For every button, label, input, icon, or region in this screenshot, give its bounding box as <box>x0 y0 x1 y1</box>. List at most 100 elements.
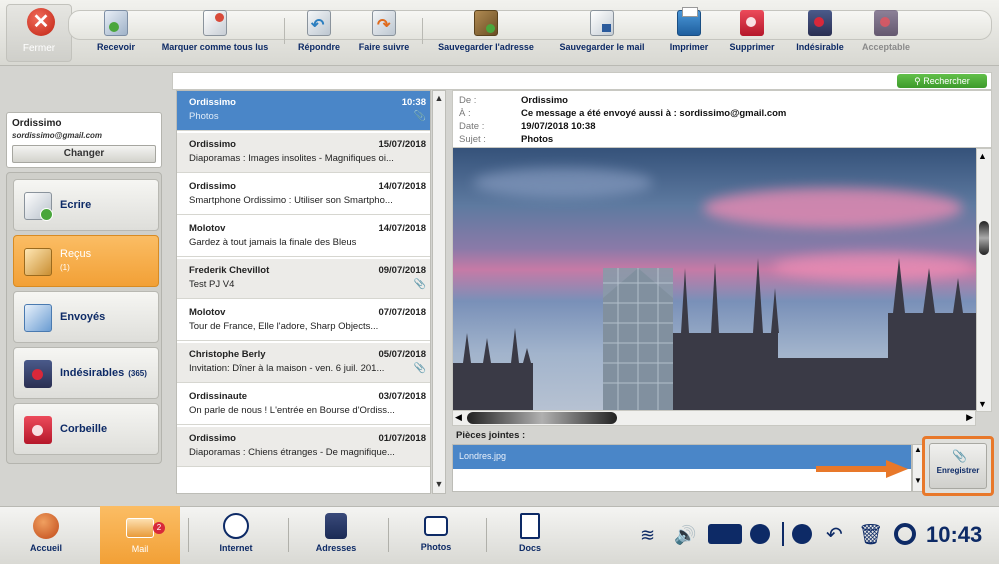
account-name: Ordissimo <box>12 118 62 129</box>
forward-button[interactable]: Faire suivre <box>354 10 414 56</box>
image-horizontal-scrollbar[interactable]: ◀ ▶ <box>452 410 976 426</box>
inbox-icon <box>24 248 52 276</box>
to-value: Ce message a été envoyé aussi à : sordis… <box>521 108 787 119</box>
taskbar-docs-label: Docs <box>518 543 541 553</box>
zoom-out-icon[interactable] <box>750 524 770 544</box>
close-button[interactable]: ✕ Fermer <box>6 4 72 62</box>
folder-list: Ecrire Reçus (1) Envoyés Indésirables (36… <box>6 172 162 464</box>
delete-button[interactable]: Supprimer <box>724 10 780 56</box>
folder-junk[interactable]: Indésirables (365) <box>13 347 159 399</box>
receive-icon <box>104 10 128 36</box>
clock: 10:43 <box>926 522 983 547</box>
message-subject: Photos <box>189 111 219 122</box>
save-attachment-highlight: 📎 Enregistrer <box>922 436 994 496</box>
folder-sent-label: Envoyés <box>60 311 106 323</box>
folder-sent[interactable]: Envoyés <box>13 291 159 343</box>
attachment-icon: 📎 <box>413 363 426 374</box>
toolbar-divider <box>422 18 423 44</box>
print-icon <box>677 7 701 36</box>
acceptable-label: Acceptable <box>861 42 911 52</box>
message-row[interactable]: Molotov 14/07/2018 Gardez à tout jamais … <box>177 217 430 257</box>
taskbar-divider <box>188 518 189 552</box>
from-label: De : <box>459 95 477 106</box>
folder-trash[interactable]: Corbeille <box>13 403 159 455</box>
folder-inbox[interactable]: Reçus (1) <box>13 235 159 287</box>
message-sender: Christophe Berly <box>189 349 266 360</box>
folder-junk-label: Indésirables (365) <box>60 367 147 379</box>
scroll-up-icon[interactable]: ▲ <box>978 151 987 161</box>
scroll-down-icon[interactable]: ▼ <box>433 479 445 491</box>
junk-icon <box>808 10 832 36</box>
save-address-icon <box>474 10 498 36</box>
save-attachment-button[interactable]: 📎 Enregistrer <box>929 443 987 489</box>
message-subject: Diaporamas : Images insolites - Magnifiq… <box>189 153 394 164</box>
scroll-left-icon[interactable]: ◀ <box>455 412 462 423</box>
subject-value: Photos <box>521 134 554 145</box>
scroll-thumb[interactable] <box>979 221 989 255</box>
camera-icon <box>424 516 448 536</box>
scroll-up-icon[interactable]: ▲ <box>433 93 445 105</box>
taskbar-home[interactable]: Accueil <box>6 506 86 564</box>
save-address-button[interactable]: Sauvegarder l'adresse <box>428 10 544 56</box>
from-value: Ordissimo <box>521 95 568 106</box>
message-row[interactable]: Ordissimo 14/07/2018 Smartphone Ordissim… <box>177 175 430 215</box>
search-button[interactable]: ⚲ Rechercher <box>897 74 987 88</box>
account-email: sordissimo@gmail.com <box>12 131 103 140</box>
message-sender: Ordissimo <box>189 433 236 444</box>
scroll-right-icon[interactable]: ▶ <box>966 412 973 423</box>
message-list-scrollbar[interactable]: ▲ ▼ <box>432 90 446 494</box>
taskbar-photos-label: Photos <box>420 542 452 552</box>
junk-label: Indésirable <box>796 42 844 52</box>
taskbar-photos[interactable]: Photos <box>396 506 476 564</box>
message-row[interactable]: Ordissimo 10:38 Photos 📎 <box>177 91 430 131</box>
status-divider <box>782 522 784 546</box>
taskbar-divider <box>486 518 487 552</box>
volume-icon[interactable]: 🔊 <box>674 520 696 550</box>
save-mail-button[interactable]: Sauvegarder le mail <box>550 10 654 56</box>
message-row[interactable]: Christophe Berly 05/07/2018 Invitation: … <box>177 343 430 383</box>
message-subject: Gardez à tout jamais la finale des Bleus <box>189 237 357 248</box>
junk-button[interactable]: Indésirable <box>790 10 850 56</box>
acceptable-button[interactable]: Acceptable <box>856 10 916 56</box>
taskbar-mail[interactable]: 2 Mail <box>100 506 180 564</box>
message-row[interactable]: Molotov 07/07/2018 Tour de France, Elle … <box>177 301 430 341</box>
subject-label: Sujet : <box>459 134 486 145</box>
mark-all-read-button[interactable]: Marquer comme tous lus <box>152 10 278 56</box>
taskbar-divider <box>288 518 289 552</box>
zoom-in-icon[interactable] <box>792 524 812 544</box>
print-button[interactable]: Imprimer <box>664 7 714 56</box>
forward-icon <box>372 10 396 36</box>
reply-button[interactable]: Répondre <box>290 10 348 56</box>
taskbar-docs[interactable]: Docs <box>490 506 570 564</box>
message-row[interactable]: Ordissimo 15/07/2018 Diaporamas : Images… <box>177 133 430 173</box>
folder-write[interactable]: Ecrire <box>13 179 159 231</box>
toolbar: ✕ Fermer Recevoir Marquer comme tous lus… <box>0 0 999 66</box>
scroll-thumb[interactable] <box>467 412 617 424</box>
taskbar-internet-label: Internet <box>219 543 253 553</box>
taskbar-divider <box>388 518 389 552</box>
undo-icon[interactable]: ↶ <box>826 520 843 550</box>
image-vertical-scrollbar[interactable]: ▲ ▼ <box>976 148 992 412</box>
taskbar-internet[interactable]: Internet <box>196 506 276 564</box>
message-sender: Molotov <box>189 223 226 234</box>
message-row[interactable]: Frederik Chevillot 09/07/2018 Test PJ V4… <box>177 259 430 299</box>
folder-junk-name: Indésirables <box>60 367 125 379</box>
trash-status-icon[interactable]: 🗑 <box>858 520 883 550</box>
message-sender: Ordissimo <box>189 181 236 192</box>
folder-inbox-label: Reçus <box>60 248 92 260</box>
change-account-button[interactable]: Changer <box>12 145 156 163</box>
globe-icon <box>223 513 249 539</box>
scroll-down-icon[interactable]: ▼ <box>978 399 987 409</box>
folder-junk-count: (365) <box>128 369 147 378</box>
message-row[interactable]: Ordissimo 01/07/2018 Diaporamas : Chiens… <box>177 427 430 467</box>
folder-trash-label: Corbeille <box>60 423 108 435</box>
account-panel: Ordissimo sordissimo@gmail.com Changer <box>6 112 162 168</box>
help-icon[interactable] <box>894 523 916 545</box>
message-row[interactable]: Ordissinaute 03/07/2018 On parle de nous… <box>177 385 430 425</box>
close-label: Fermer <box>22 43 56 54</box>
message-date: 03/07/2018 <box>378 391 426 402</box>
taskbar-contacts[interactable]: Adresses <box>296 506 376 564</box>
to-label: À : <box>459 108 471 119</box>
receive-button[interactable]: Recevoir <box>92 10 140 56</box>
date-value: 19/07/2018 10:38 <box>521 121 596 132</box>
